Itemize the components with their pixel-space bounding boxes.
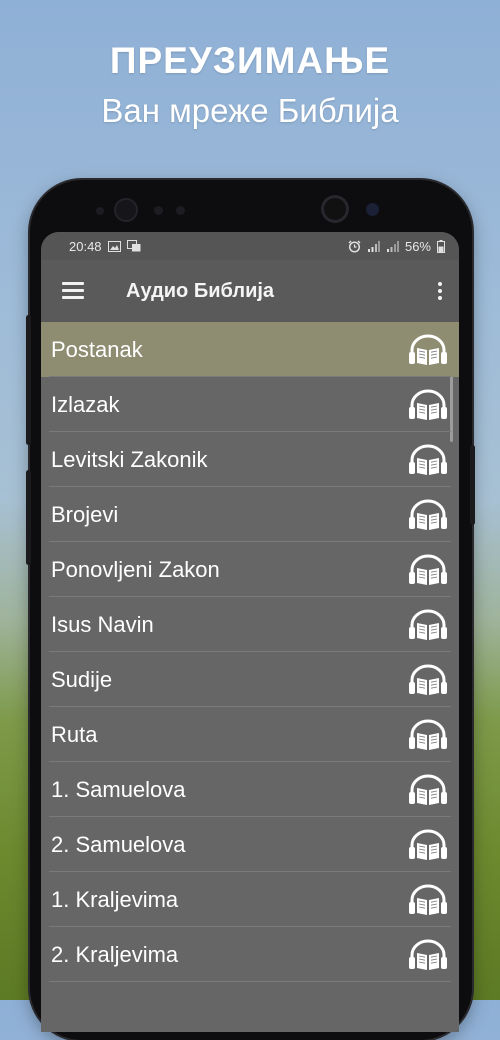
book-list-item[interactable]: Levitski Zakonik	[41, 432, 459, 487]
book-name: Ponovljeni Zakon	[51, 556, 220, 582]
audio-book-icon[interactable]	[407, 443, 449, 477]
audio-book-icon[interactable]	[407, 883, 449, 917]
promo-subtitle: Ван мреже Библија	[101, 92, 399, 129]
book-name: 2. Samuelova	[51, 831, 186, 857]
app-toolbar: Аудио Библија	[41, 260, 459, 322]
bixby-button	[26, 470, 31, 565]
battery-percentage: 56%	[404, 238, 431, 254]
book-list-item[interactable]: Isus Navin	[41, 597, 459, 652]
book-name: Ruta	[51, 721, 98, 747]
book-name: Isus Navin	[51, 611, 154, 637]
audio-book-icon[interactable]	[407, 553, 449, 587]
book-list-item[interactable]: Izlazak	[41, 377, 459, 432]
status-time: 20:48	[69, 238, 102, 254]
iris-sensor	[366, 203, 379, 216]
front-camera-icon	[324, 198, 346, 220]
audio-book-icon[interactable]	[407, 938, 449, 972]
audio-book-icon[interactable]	[407, 663, 449, 697]
proximity-sensor	[154, 206, 163, 215]
image-notification-icon	[107, 240, 121, 252]
power-button	[470, 445, 475, 525]
book-name: 1. Kraljevima	[51, 886, 179, 912]
phone-screen: 20:48 56% Аудио Библија Postanak Izlazak L…	[41, 232, 459, 1032]
book-name: Sudije	[51, 666, 113, 692]
audio-book-icon[interactable]	[407, 498, 449, 532]
hamburger-menu-icon[interactable]	[62, 282, 86, 300]
screenshot-notification-icon	[126, 240, 141, 252]
book-list-item[interactable]: Ruta	[41, 707, 459, 762]
light-sensor	[176, 206, 185, 215]
audio-book-icon[interactable]	[407, 388, 449, 422]
more-options-icon[interactable]	[435, 282, 445, 302]
signal-icon	[367, 240, 380, 252]
book-name: Levitski Zakonik	[51, 446, 208, 472]
front-sensor	[116, 200, 136, 220]
promo-title: ПРЕУЗИМАЊЕ	[109, 40, 391, 81]
volume-button	[26, 315, 31, 445]
book-list-item[interactable]: 2. Samuelova	[41, 817, 459, 872]
book-list-item[interactable]: 1. Samuelova	[41, 762, 459, 817]
app-title: Аудио Библија	[126, 279, 275, 302]
book-list-item[interactable]: 1. Kraljevima	[41, 872, 459, 927]
audio-book-icon[interactable]	[407, 608, 449, 642]
earpiece-sensor	[96, 207, 104, 215]
book-name: Postanak	[51, 336, 143, 362]
audio-book-icon[interactable]	[407, 828, 449, 862]
book-list-item[interactable]: Ponovljeni Zakon	[41, 542, 459, 597]
book-name: Izlazak	[51, 391, 120, 417]
book-name: Brojevi	[51, 501, 119, 527]
book-name: 2. Kraljevima	[51, 941, 179, 967]
book-list: Postanak Izlazak Levitski Zakonik Brojevi Po…	[41, 322, 459, 982]
book-name: 1. Samuelova	[51, 776, 186, 802]
status-bar: 20:48 56%	[41, 232, 459, 260]
book-list-item[interactable]: Postanak	[41, 322, 459, 377]
audio-book-icon[interactable]	[407, 333, 449, 367]
battery-icon	[437, 239, 445, 253]
book-list-item[interactable]: 2. Kraljevima	[41, 927, 459, 982]
audio-book-icon[interactable]	[407, 773, 449, 807]
audio-book-icon[interactable]	[407, 718, 449, 752]
book-list-item[interactable]: Sudije	[41, 652, 459, 707]
signal-icon-2	[386, 240, 399, 252]
book-list-item[interactable]: Brojevi	[41, 487, 459, 542]
alarm-icon	[348, 240, 361, 253]
